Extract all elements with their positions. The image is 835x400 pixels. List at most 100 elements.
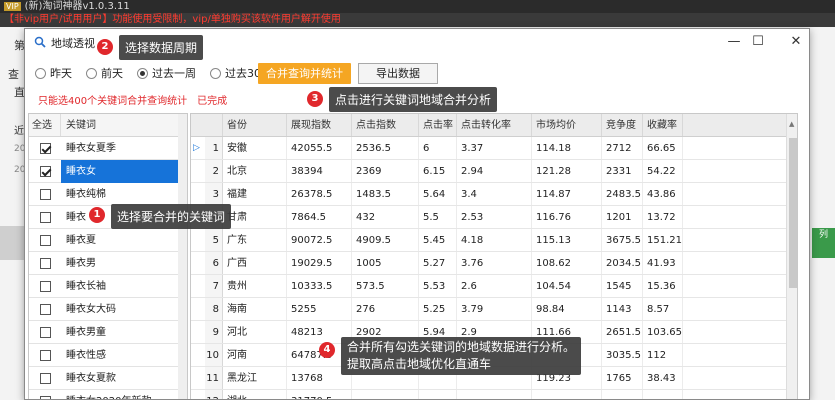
table-cell: 2331 <box>602 160 643 182</box>
keyword-row[interactable]: 睡衣女大码 <box>29 298 187 321</box>
keyword-checkbox-cell <box>29 395 61 399</box>
keyword-checkbox[interactable] <box>39 188 51 200</box>
keyword-checkbox-cell <box>29 303 61 315</box>
period-week-radio[interactable]: 过去一周 <box>137 65 196 81</box>
table-cell: 2651.5 <box>602 321 643 343</box>
column-header[interactable]: 点击指数 <box>352 114 419 136</box>
callout-merge-regions: 合并所有勾选关键词的地域数据进行分析。 提取高点击地域优化直通车 <box>341 337 582 375</box>
column-header[interactable]: 点击率 <box>419 114 457 136</box>
keyword-checkbox[interactable] <box>39 142 51 154</box>
row-number: 11 <box>205 367 223 389</box>
keyword-column-header[interactable]: 关键词 <box>61 114 96 136</box>
keyword-row[interactable]: 睡衣纯棉 <box>29 183 187 206</box>
table-cell <box>602 390 643 399</box>
keyword-checkbox[interactable] <box>39 234 51 246</box>
radio-dot <box>35 67 46 79</box>
scroll-up-icon[interactable]: ▲ <box>789 120 794 128</box>
table-cell: 2034.5 <box>602 252 643 274</box>
table-row[interactable]: 6 广西 19029.5 1005 5.27 3.76 108.62 2034.5 41.93 <box>191 252 797 275</box>
table-row[interactable]: 12湖北31770.5 <box>191 390 797 399</box>
table-cell: 116.76 <box>532 206 602 228</box>
app-title: (新)淘词神器v1.0.3.11 <box>24 1 130 12</box>
table-cell: 湖北 <box>223 390 287 399</box>
keyword-checkbox[interactable] <box>39 349 51 361</box>
row-indicator <box>191 298 205 320</box>
keyword-row[interactable]: 睡衣女 <box>29 159 187 183</box>
period-yesterday-radio[interactable]: 昨天 <box>35 65 72 81</box>
column-header[interactable]: 省份 <box>223 114 287 136</box>
keyword-checkbox[interactable] <box>39 326 51 338</box>
table-scrollbar[interactable]: ▲ <box>786 114 797 399</box>
export-button[interactable]: 导出数据 <box>358 63 438 84</box>
keyword-label: 睡衣女夏款 <box>66 372 116 384</box>
keyword-row[interactable]: 睡衣女夏款 <box>29 367 187 390</box>
table-cell <box>457 390 532 399</box>
keyword-label: 睡衣长袖 <box>66 280 106 292</box>
keyword-row[interactable]: 睡衣女2020年新款 <box>29 390 187 399</box>
table-row[interactable]: 7 贵州 10333.5 573.5 5.53 2.6 104.54 1545 15.36 <box>191 275 797 298</box>
row-number: 1 <box>205 137 223 159</box>
column-header[interactable]: 点击转化率 <box>457 114 532 136</box>
table-cell: 38.43 <box>643 367 683 389</box>
keyword-checkbox[interactable] <box>39 257 51 269</box>
keyword-row[interactable]: 睡衣女夏季 <box>29 137 187 160</box>
select-all-header[interactable]: 全选 <box>29 114 61 136</box>
column-header[interactable]: 竞争度 <box>602 114 643 136</box>
maximize-button[interactable]: ☐ <box>747 31 769 53</box>
column-header[interactable]: 市场均价 <box>532 114 602 136</box>
minimize-button[interactable]: — <box>723 31 745 53</box>
table-row[interactable]: 3 福建 26378.5 1483.5 5.64 3.4 114.87 2483.5 43.86 <box>191 183 797 206</box>
keyword-checkbox[interactable] <box>39 280 51 292</box>
table-cell <box>352 390 419 399</box>
keyword-row[interactable]: 睡衣男 <box>29 252 187 275</box>
close-button[interactable]: ✕ <box>785 31 807 53</box>
keyword-row[interactable]: 睡衣性感 <box>29 344 187 367</box>
keyword-checkbox[interactable] <box>39 303 51 315</box>
table-cell: 98.84 <box>532 298 602 320</box>
table-row[interactable]: ▷ 1 安徽 42055.5 2536.5 6 3.37 114.18 2712 66.65 <box>191 137 797 160</box>
keyword-checkbox-cell <box>29 142 61 154</box>
table-cell: 5255 <box>287 298 352 320</box>
row-number: 12 <box>205 390 223 399</box>
keyword-checkbox[interactable] <box>39 165 51 177</box>
keyword-row[interactable]: 睡衣夏 <box>29 229 187 252</box>
row-indicator <box>191 367 205 389</box>
table-row[interactable]: 5 广东 90072.5 4909.5 5.45 4.18 115.13 3675.5 151.… <box>191 229 797 252</box>
table-cell: 3.76 <box>457 252 532 274</box>
row-number: 3 <box>205 183 223 205</box>
table-row[interactable]: 2 北京 38394 2369 6.15 2.94 121.28 2331 54.22 <box>191 160 797 183</box>
row-indicator <box>191 275 205 297</box>
period-day-before-radio[interactable]: 前天 <box>86 65 123 81</box>
callout-select-period: 选择数据周期 <box>119 35 204 60</box>
table-cell: 10333.5 <box>287 275 352 297</box>
vip-warning-text: 【非vip用户/试用用户】功能使用受限制，vip/单独购买该软件用户解开使用 <box>0 13 835 27</box>
keyword-label: 睡衣男童 <box>66 326 106 338</box>
merge-query-button[interactable]: 合并查询并统计 <box>258 63 351 84</box>
table-row[interactable]: 4甘肃7864.54325.52.53116.76120113.72 <box>191 206 797 229</box>
keyword-checkbox[interactable] <box>39 395 51 399</box>
background-field[interactable]: 近 <box>14 122 24 137</box>
radio-label: 过去一周 <box>152 67 196 80</box>
keyword-list-scrollbar[interactable] <box>178 114 187 399</box>
keyword-checkbox-cell <box>29 326 61 338</box>
radio-dot <box>86 67 97 79</box>
table-cell: 42055.5 <box>287 137 352 159</box>
table-cell: 26378.5 <box>287 183 352 205</box>
keyword-label: 睡衣夏 <box>66 234 96 246</box>
background-green-button[interactable]: 列 <box>812 228 835 258</box>
keyword-checkbox[interactable] <box>39 372 51 384</box>
keyword-row[interactable]: 睡衣男童 <box>29 321 187 344</box>
table-cell: 黑龙江 <box>223 367 287 389</box>
table-cell: 3675.5 <box>602 229 643 251</box>
row-indicator <box>191 390 205 399</box>
table-cell: 河南 <box>223 344 287 366</box>
column-header[interactable]: 收藏率 <box>643 114 683 136</box>
keyword-checkbox-cell <box>29 234 61 246</box>
scroll-thumb[interactable] <box>789 138 797 288</box>
table-row[interactable]: 8 海南 5255 276 5.25 3.79 98.84 1143 8.57 <box>191 298 797 321</box>
keyword-row[interactable]: 睡衣长袖 <box>29 275 187 298</box>
radio-dot <box>137 67 148 79</box>
row-number: 9 <box>205 321 223 343</box>
column-header[interactable]: 展现指数 <box>287 114 352 136</box>
keyword-checkbox[interactable] <box>39 211 51 223</box>
